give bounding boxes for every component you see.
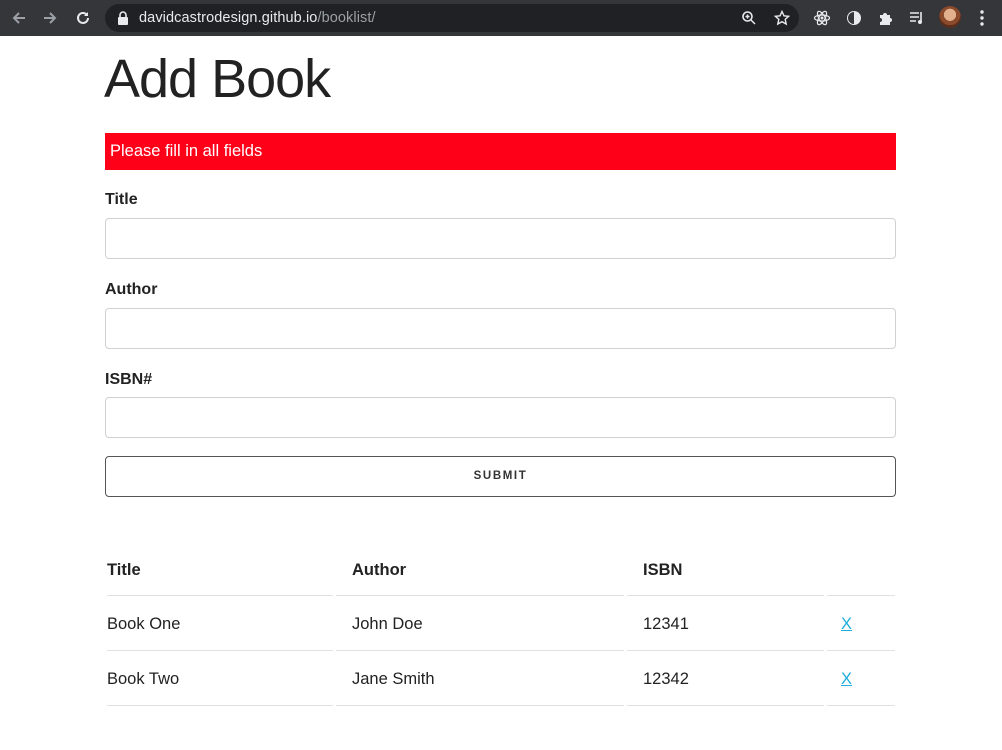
table-divider [627, 705, 824, 706]
table-divider [627, 595, 824, 596]
book-title-cell: Book One [107, 615, 181, 633]
browser-toolbar: davidcastrodesign.github.io/booklist/ [0, 0, 1002, 36]
profile-avatar[interactable] [939, 6, 961, 28]
table-divider [827, 595, 895, 596]
book-author-cell: John Doe [352, 615, 423, 633]
author-input[interactable] [105, 308, 896, 349]
table-divider [336, 705, 624, 706]
back-arrow-icon[interactable] [7, 6, 31, 30]
delete-book-link[interactable]: X [841, 669, 852, 689]
menu-kebab-icon[interactable] [970, 6, 994, 30]
author-label: Author [105, 281, 158, 298]
table-divider [107, 595, 333, 596]
book-isbn-cell: 12341 [643, 615, 689, 633]
react-devtools-icon[interactable] [810, 6, 834, 30]
table-divider [827, 705, 895, 706]
table-divider [107, 705, 333, 706]
bookmark-star-icon[interactable] [772, 8, 792, 28]
title-label: Title [105, 191, 138, 208]
table-divider [627, 650, 824, 651]
isbn-input[interactable] [105, 397, 896, 438]
media-queue-icon[interactable] [905, 6, 929, 30]
delete-book-link[interactable]: X [841, 614, 852, 634]
lock-icon [113, 8, 133, 28]
error-alert: Please fill in all fields [105, 133, 896, 170]
title-input[interactable] [105, 218, 896, 259]
column-header-author: Author [352, 561, 407, 579]
extension-circle-icon[interactable] [842, 6, 866, 30]
url-path: /booklist/ [317, 10, 376, 26]
reload-icon[interactable] [71, 6, 95, 30]
address-bar[interactable]: davidcastrodesign.github.io/booklist/ [105, 4, 799, 32]
submit-button[interactable]: SUBMIT [105, 456, 896, 497]
column-header-isbn: ISBN [643, 561, 683, 579]
book-author-cell: Jane Smith [352, 670, 435, 688]
isbn-label: ISBN# [105, 371, 153, 388]
extensions-puzzle-icon[interactable] [874, 6, 898, 30]
book-title-cell: Book Two [107, 670, 180, 688]
url-text: davidcastrodesign.github.io/booklist/ [139, 10, 376, 26]
forward-arrow-icon[interactable] [38, 6, 62, 30]
table-divider [336, 595, 624, 596]
zoom-icon[interactable] [739, 8, 759, 28]
page-title: Add Book [104, 49, 331, 109]
table-divider [827, 650, 895, 651]
book-isbn-cell: 12342 [643, 670, 689, 688]
table-divider [107, 650, 333, 651]
table-divider [336, 650, 624, 651]
column-header-title: Title [107, 561, 141, 579]
url-host: davidcastrodesign.github.io [139, 10, 318, 26]
